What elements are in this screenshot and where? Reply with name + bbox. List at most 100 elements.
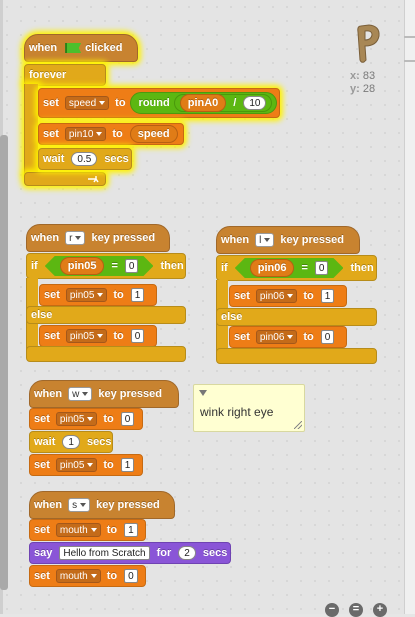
variable-dropdown[interactable]: pin06: [255, 330, 298, 344]
compare-input[interactable]: 0: [125, 259, 139, 273]
key-name: s: [72, 499, 78, 511]
set-speed-block[interactable]: set speed to round pinA0 / 10: [38, 88, 280, 118]
vertical-scrollbar[interactable]: [0, 135, 8, 590]
value-input[interactable]: 1: [120, 458, 135, 472]
variable-dropdown[interactable]: pin05: [65, 288, 108, 302]
set-pin06-block[interactable]: set pin06 to 0: [229, 326, 347, 348]
pin06-reporter[interactable]: pin06: [250, 259, 295, 277]
variable-dropdown[interactable]: speed: [64, 96, 110, 110]
value-input[interactable]: 0: [124, 569, 138, 583]
value-input[interactable]: 0: [120, 412, 135, 426]
x-value: 83: [362, 70, 376, 82]
key-pressed-label: key pressed: [91, 232, 156, 244]
value-input[interactable]: 1: [320, 289, 335, 303]
variable-dropdown[interactable]: pin06: [255, 289, 298, 303]
value-input[interactable]: 1: [124, 523, 138, 537]
divisor-input[interactable]: 10: [243, 96, 267, 110]
key-dropdown[interactable]: r: [65, 231, 86, 245]
set-pin05-block[interactable]: set pin05 to 0: [29, 408, 143, 430]
pin-reporter[interactable]: pinA0: [179, 94, 227, 112]
variable-dropdown[interactable]: pin10: [64, 127, 107, 141]
to-label: to: [115, 97, 126, 109]
value-input[interactable]: 0: [130, 329, 145, 343]
wait-block[interactable]: wait 1 secs: [29, 431, 113, 453]
wait-input[interactable]: 1: [62, 435, 80, 449]
set-label: set: [34, 524, 50, 536]
when-key-pressed-hat[interactable]: when s key pressed: [29, 491, 175, 519]
equals-condition[interactable]: pin06 = 0: [235, 258, 344, 278]
key-dropdown[interactable]: l: [255, 233, 275, 247]
say-text-input[interactable]: Hello from Scratch: [59, 546, 150, 560]
compare-input[interactable]: 0: [315, 261, 329, 275]
key-dropdown[interactable]: w: [68, 387, 93, 401]
wait-label: wait: [34, 436, 56, 448]
wait-input[interactable]: 0.5: [71, 152, 98, 166]
when-key-pressed-hat[interactable]: when l key pressed: [216, 226, 360, 254]
when-key-pressed-hat[interactable]: when r key pressed: [26, 224, 170, 252]
wait-block[interactable]: wait 0.5 secs: [38, 148, 132, 170]
variable-dropdown[interactable]: pin05: [65, 329, 108, 343]
if-else-bottom: [216, 348, 377, 364]
comment-note[interactable]: wink right eye: [193, 384, 305, 432]
value-input[interactable]: 1: [130, 288, 145, 302]
say-secs-input[interactable]: 2: [178, 546, 196, 560]
zoom-in-button[interactable]: +: [373, 603, 387, 617]
set-pin06-block[interactable]: set pin06 to 1: [229, 285, 347, 307]
variable-dropdown[interactable]: mouth: [55, 569, 101, 583]
comment-text[interactable]: wink right eye: [200, 405, 273, 419]
collapse-triangle-icon[interactable]: [199, 390, 207, 396]
secs-label: secs: [86, 436, 112, 448]
say-for-secs-block[interactable]: say Hello from Scratch for 2 secs: [29, 542, 231, 564]
variable-dropdown[interactable]: pin05: [55, 458, 98, 472]
else-label: else: [31, 309, 53, 321]
if-else-block[interactable]: if pin06 = 0 then: [216, 255, 377, 281]
resize-handle-icon[interactable]: [294, 421, 302, 429]
sprite-coordinates: x: 83 y: 28: [350, 70, 375, 96]
variable-name: pin05: [69, 289, 95, 301]
round-reporter[interactable]: round pinA0 / 10: [129, 92, 278, 114]
key-name: w: [72, 388, 80, 400]
variable-name: pin05: [59, 413, 85, 425]
chevron-down-icon: [264, 238, 271, 242]
forever-block[interactable]: forever: [24, 64, 106, 86]
set-label: set: [43, 128, 59, 140]
when-key-pressed-hat[interactable]: when w key pressed: [29, 380, 179, 408]
set-pin05-block[interactable]: set pin05 to 1: [29, 454, 143, 476]
speed-reporter[interactable]: speed: [129, 125, 178, 143]
else-bar: else: [216, 308, 377, 326]
divide-operator: /: [233, 97, 237, 109]
chevron-down-icon: [87, 417, 94, 421]
if-else-block[interactable]: if pin05 = 0 then: [26, 253, 186, 279]
pin05-reporter[interactable]: pin05: [60, 257, 105, 275]
variable-name: pin06: [259, 290, 285, 302]
equals-condition[interactable]: pin05 = 0: [45, 256, 154, 276]
set-label: set: [44, 289, 60, 301]
division-reporter[interactable]: pinA0 / 10: [173, 94, 273, 112]
loop-arrow-icon: [88, 175, 99, 182]
set-mouth-block[interactable]: set mouth to 1: [29, 519, 146, 541]
key-pressed-label: key pressed: [98, 388, 162, 400]
variable-dropdown[interactable]: pin05: [55, 412, 98, 426]
chevron-down-icon: [97, 334, 104, 338]
wait-label: wait: [43, 153, 65, 165]
key-dropdown[interactable]: s: [68, 498, 91, 512]
when-flag-clicked-hat[interactable]: when clicked: [24, 34, 138, 62]
set-pin05-block[interactable]: set pin05 to 0: [39, 325, 157, 347]
chevron-down-icon: [80, 503, 87, 507]
variable-name: pin10: [68, 128, 94, 140]
zoom-reset-button[interactable]: =: [349, 603, 363, 617]
chevron-down-icon: [87, 463, 94, 467]
variable-dropdown[interactable]: mouth: [55, 523, 101, 537]
set-label: set: [34, 570, 50, 582]
forever-label: forever: [29, 69, 67, 81]
zoom-out-button[interactable]: −: [325, 603, 339, 617]
chevron-down-icon: [96, 132, 103, 136]
chevron-down-icon: [90, 574, 97, 578]
set-pin05-block[interactable]: set pin05 to 1: [39, 284, 157, 306]
set-pin10-block[interactable]: set pin10 to speed: [38, 123, 184, 145]
else-bar: else: [26, 306, 186, 324]
set-mouth-block[interactable]: set mouth to 0: [29, 565, 146, 587]
key-pressed-label: key pressed: [96, 499, 160, 511]
to-label: to: [103, 459, 114, 471]
value-input[interactable]: 0: [320, 330, 335, 344]
